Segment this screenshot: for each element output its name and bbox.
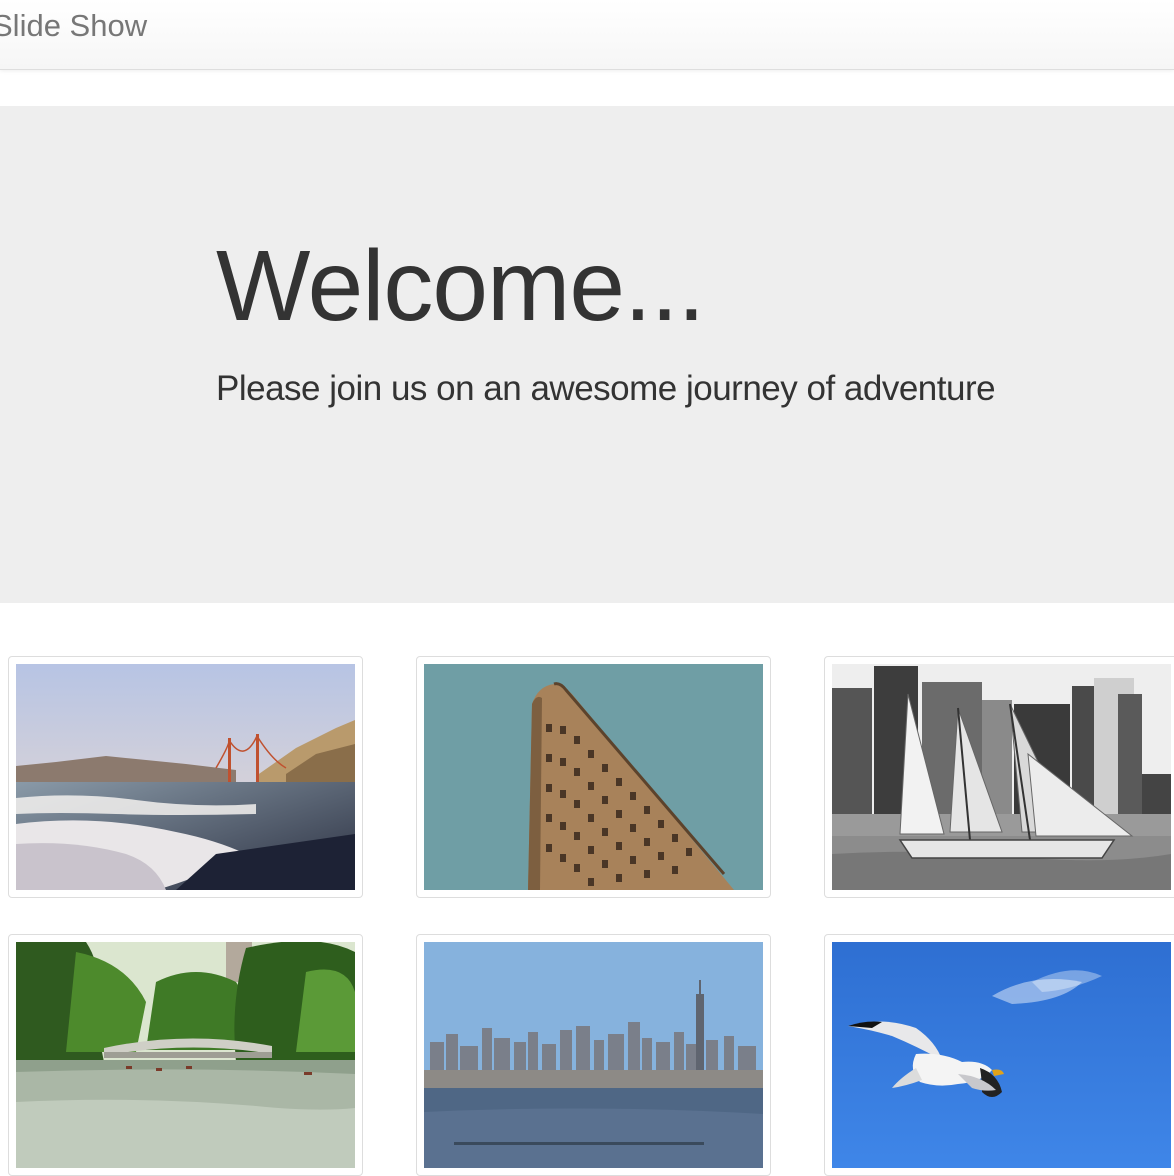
park-bridge-lake-photo (16, 942, 355, 1168)
flatiron-building-photo (424, 664, 763, 890)
navbar: Slide Show (0, 0, 1174, 70)
jumbotron-title: Welcome... (216, 230, 705, 342)
gallery-thumbnail[interactable] (8, 934, 363, 1176)
seagull-sky-photo (832, 942, 1171, 1168)
gallery-thumbnail[interactable] (416, 656, 771, 898)
navbar-brand[interactable]: Slide Show (0, 8, 147, 44)
golden-gate-beach-photo (16, 664, 355, 890)
gallery-thumbnail[interactable] (824, 656, 1174, 898)
jumbotron-subtitle: Please join us on an awesome journey of … (216, 369, 996, 408)
gallery-thumbnail[interactable] (824, 934, 1174, 1176)
sailboat-skyline-photo (832, 664, 1171, 890)
gallery-thumbnail[interactable] (8, 656, 363, 898)
city-skyline-photo (424, 942, 763, 1168)
gallery-thumbnail[interactable] (416, 934, 771, 1176)
jumbotron (0, 106, 1174, 603)
